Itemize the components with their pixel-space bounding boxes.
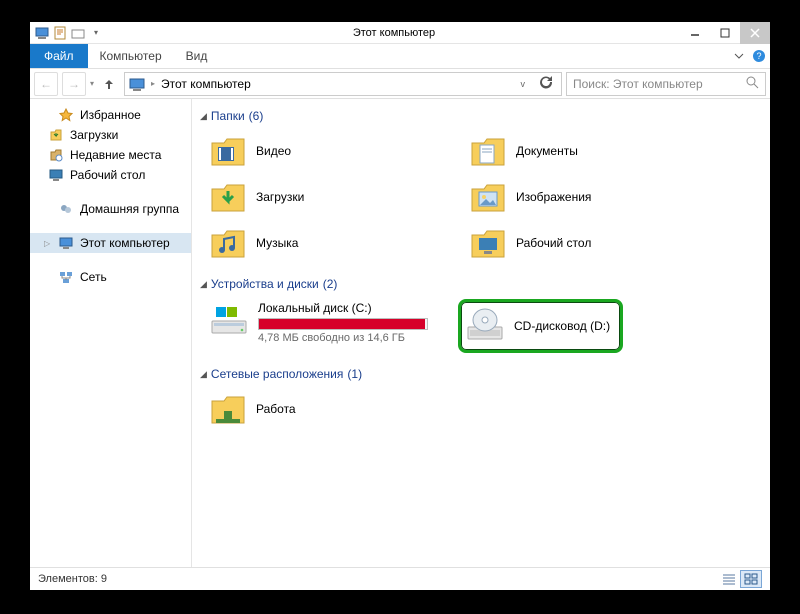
view-details-button[interactable] bbox=[718, 570, 740, 588]
refresh-button[interactable] bbox=[535, 75, 557, 92]
netloc-work[interactable]: Работа bbox=[208, 389, 458, 429]
thispc-icon bbox=[34, 25, 50, 41]
sidebar-network[interactable]: Сеть bbox=[30, 267, 191, 287]
homegroup-icon bbox=[58, 201, 74, 217]
network-icon bbox=[58, 269, 74, 285]
hdd-icon bbox=[210, 301, 248, 339]
window-title: Этот компьютер bbox=[108, 27, 680, 39]
explorer-window: ▾ Этот компьютер Файл Компьютер Вид ? bbox=[30, 22, 770, 590]
up-button[interactable] bbox=[98, 77, 120, 91]
help-button[interactable]: ? bbox=[748, 44, 770, 68]
address-bar[interactable]: ▸ Этот компьютер v bbox=[124, 72, 562, 96]
section-drives-header[interactable]: ◢ Устройства и диски (2) bbox=[200, 271, 762, 299]
tab-view[interactable]: Вид bbox=[174, 44, 220, 68]
titlebar: ▾ Этот компьютер bbox=[30, 22, 770, 44]
navigation-pane: Избранное Загрузки Недавние места Рабочи… bbox=[30, 99, 192, 567]
back-button[interactable]: ← bbox=[34, 72, 58, 96]
folder-downloads[interactable]: Загрузки bbox=[208, 177, 458, 217]
content-pane: ◢ Папки (6) Видео Документы Загрузки bbox=[192, 99, 770, 567]
desktop-icon bbox=[48, 167, 64, 183]
tab-computer[interactable]: Компьютер bbox=[88, 44, 174, 68]
close-button[interactable] bbox=[740, 22, 770, 44]
folder-icon bbox=[470, 179, 506, 215]
drive-capacity-bar bbox=[258, 318, 428, 330]
quick-access-toolbar: ▾ bbox=[30, 25, 108, 41]
section-netloc-header[interactable]: ◢ Сетевые расположения (1) bbox=[200, 361, 762, 389]
recent-locations-dropdown[interactable]: ▾ bbox=[90, 79, 94, 88]
folder-music[interactable]: Музыка bbox=[208, 223, 458, 263]
sidebar-favorites[interactable]: Избранное bbox=[30, 105, 191, 125]
sidebar-item-recent[interactable]: Недавние места bbox=[30, 145, 191, 165]
tab-file[interactable]: Файл bbox=[30, 44, 88, 68]
minimize-button[interactable] bbox=[680, 22, 710, 44]
network-folder-icon bbox=[210, 391, 246, 427]
drive-cd-d[interactable]: CD-дисковод (D:) bbox=[458, 299, 623, 353]
maximize-button[interactable] bbox=[710, 22, 740, 44]
sidebar-thispc[interactable]: ▷ Этот компьютер bbox=[30, 233, 191, 253]
folder-icon bbox=[470, 133, 506, 169]
collapse-icon: ◢ bbox=[200, 279, 207, 290]
ribbon-expand-button[interactable] bbox=[730, 44, 748, 68]
breadcrumb-thispc[interactable]: Этот компьютер bbox=[161, 77, 251, 91]
drive-local-c[interactable]: Локальный диск (C:) 4,78 МБ свободно из … bbox=[208, 299, 448, 353]
search-icon bbox=[746, 76, 759, 92]
sidebar-homegroup[interactable]: Домашняя группа bbox=[30, 199, 191, 219]
chevron-right-icon[interactable]: ▸ bbox=[151, 79, 155, 88]
recent-icon bbox=[48, 147, 64, 163]
folder-pictures[interactable]: Изображения bbox=[468, 177, 718, 217]
collapse-icon: ◢ bbox=[200, 111, 207, 122]
new-folder-icon[interactable] bbox=[70, 25, 86, 41]
folder-desktop[interactable]: Рабочий стол bbox=[468, 223, 718, 263]
expand-icon[interactable]: ▷ bbox=[44, 239, 52, 248]
forward-button[interactable]: → bbox=[62, 72, 86, 96]
thispc-icon bbox=[58, 235, 74, 251]
section-folders-header[interactable]: ◢ Папки (6) bbox=[200, 103, 762, 131]
view-tiles-button[interactable] bbox=[740, 570, 762, 588]
folder-icon bbox=[470, 225, 506, 261]
properties-icon[interactable] bbox=[52, 25, 68, 41]
sidebar-item-desktop[interactable]: Рабочий стол bbox=[30, 165, 191, 185]
svg-text:?: ? bbox=[756, 51, 761, 61]
cd-drive-icon bbox=[466, 307, 504, 345]
folder-icon bbox=[210, 225, 246, 261]
qa-dropdown-icon[interactable]: ▾ bbox=[88, 25, 104, 41]
search-input[interactable]: Поиск: Этот компьютер bbox=[566, 72, 766, 96]
star-icon bbox=[58, 107, 74, 123]
collapse-icon: ◢ bbox=[200, 369, 207, 380]
folder-icon bbox=[210, 133, 246, 169]
status-item-count: Элементов: 9 bbox=[38, 573, 107, 585]
downloads-icon bbox=[48, 127, 64, 143]
search-placeholder: Поиск: Этот компьютер bbox=[573, 77, 746, 91]
folder-icon bbox=[210, 179, 246, 215]
status-bar: Элементов: 9 bbox=[30, 567, 770, 589]
folder-videos[interactable]: Видео bbox=[208, 131, 458, 171]
ribbon-tabs: Файл Компьютер Вид ? bbox=[30, 44, 770, 69]
navigation-bar: ← → ▾ ▸ Этот компьютер v Поиск: Этот ком… bbox=[30, 69, 770, 99]
sidebar-item-downloads[interactable]: Загрузки bbox=[30, 125, 191, 145]
address-dropdown-icon[interactable]: v bbox=[517, 79, 530, 89]
folder-documents[interactable]: Документы bbox=[468, 131, 718, 171]
thispc-icon bbox=[129, 76, 145, 92]
